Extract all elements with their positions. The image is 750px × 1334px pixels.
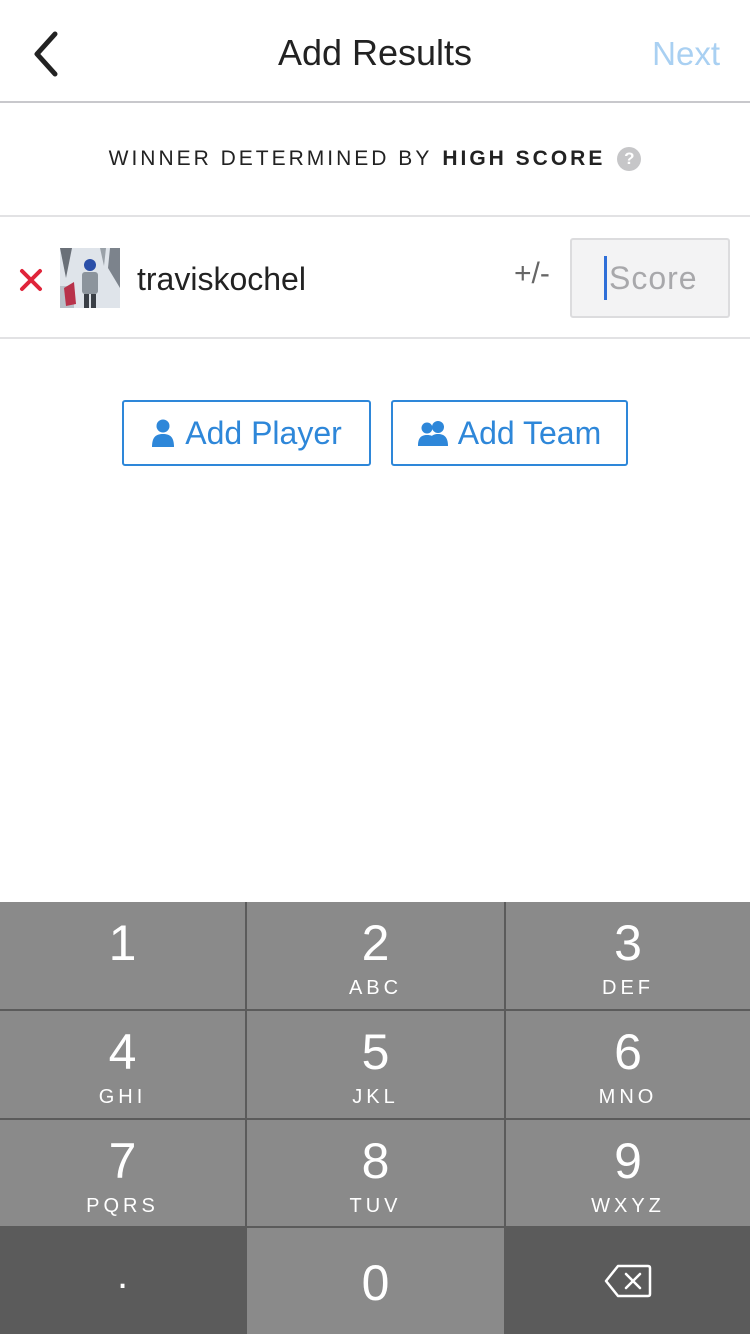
key-2[interactable]: 2 ABC	[247, 902, 504, 1009]
player-name: traviskochel	[137, 261, 306, 297]
backspace-icon	[604, 1264, 652, 1298]
key-7[interactable]: 7 PQRS	[0, 1120, 245, 1226]
key-digit: 1	[108, 915, 137, 971]
winner-prefix: WINNER DETERMINED BY	[108, 147, 433, 170]
person-icon	[151, 419, 175, 447]
backspace-key[interactable]	[506, 1228, 750, 1334]
add-team-button[interactable]: Add Team	[391, 400, 628, 466]
close-icon	[20, 269, 42, 291]
key-digit: 7	[108, 1133, 137, 1189]
numeric-keypad: 1 2 ABC 3 DEF 4 GHI 5 JKL 6 MNO 7 PQRS 8	[0, 902, 750, 1334]
key-9[interactable]: 9 WXYZ	[506, 1120, 750, 1226]
key-letters: GHI	[98, 1086, 147, 1108]
winner-criteria-banner: WINNER DETERMINED BY HIGH SCORE ?	[0, 103, 750, 217]
score-field-wrapper	[570, 238, 730, 318]
people-icon	[417, 420, 448, 446]
add-team-label: Add Team	[457, 414, 602, 451]
key-digit: 9	[614, 1133, 642, 1189]
key-digit: 2	[361, 915, 390, 971]
key-4[interactable]: 4 GHI	[0, 1011, 245, 1118]
key-1[interactable]: 1	[0, 902, 245, 1009]
text-cursor	[604, 256, 607, 300]
page-title: Add Results	[277, 32, 473, 73]
key-digit: 4	[108, 1024, 137, 1080]
key-digit: 6	[614, 1024, 642, 1080]
key-letters: TUV	[349, 1195, 402, 1217]
add-results-screen: Add Results Next WINNER DETERMINED BY HI…	[0, 0, 750, 1334]
key-letters: JKL	[352, 1086, 399, 1108]
key-digit: 0	[361, 1255, 390, 1311]
key-letters: PQRS	[86, 1195, 159, 1217]
avatar-photo	[60, 248, 120, 308]
key-letters: WXYZ	[591, 1195, 665, 1217]
winner-criteria: HIGH SCORE	[442, 147, 606, 170]
key-digit: .	[116, 1253, 129, 1297]
key-digit: 5	[361, 1024, 390, 1080]
score-input[interactable]	[609, 259, 719, 297]
key-digit: 8	[361, 1133, 390, 1189]
plus-minus-toggle[interactable]: +/-	[514, 257, 550, 291]
add-player-button[interactable]: Add Player	[122, 400, 371, 466]
next-button[interactable]: Next	[652, 35, 720, 73]
key-letters: MNO	[598, 1086, 658, 1108]
add-player-label: Add Player	[185, 414, 342, 451]
key-letters: DEF	[602, 977, 654, 999]
key-digit: 3	[614, 915, 642, 971]
key-5[interactable]: 5 JKL	[247, 1011, 504, 1118]
help-icon[interactable]: ?	[617, 147, 642, 171]
key-dot[interactable]: .	[0, 1228, 245, 1334]
key-8[interactable]: 8 TUV	[247, 1120, 504, 1226]
key-3[interactable]: 3 DEF	[506, 902, 750, 1009]
avatar	[60, 248, 120, 308]
key-6[interactable]: 6 MNO	[506, 1011, 750, 1118]
remove-player-button[interactable]	[16, 265, 46, 295]
key-letters: ABC	[348, 977, 403, 999]
player-row: traviskochel +/-	[0, 217, 750, 339]
navigation-bar: Add Results Next	[0, 0, 750, 103]
key-0[interactable]: 0	[247, 1228, 504, 1334]
